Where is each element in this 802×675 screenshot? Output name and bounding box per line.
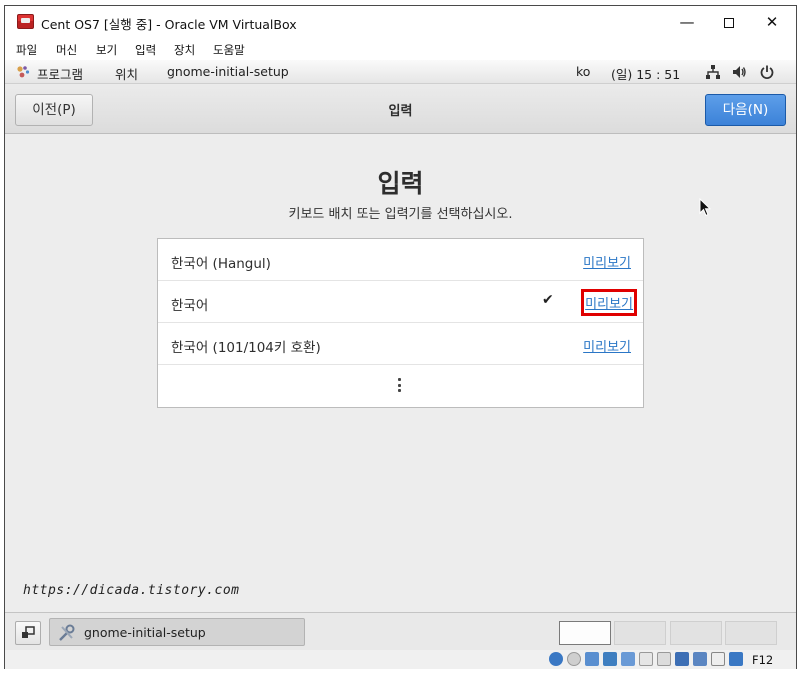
input-source-label: 한국어 (Hangul) bbox=[171, 256, 271, 272]
setup-tools-icon bbox=[59, 624, 75, 641]
guest-display[interactable]: 프로그램 위치 gnome-initial-setup ko (일) 15 : … bbox=[5, 60, 796, 650]
network-icon[interactable] bbox=[705, 64, 721, 80]
audio-icon[interactable] bbox=[585, 652, 599, 666]
workspace-2[interactable] bbox=[614, 621, 666, 645]
optical-drive-icon[interactable] bbox=[567, 652, 581, 666]
menu-devices[interactable]: 장치 bbox=[174, 42, 195, 58]
window-title: Cent OS7 [실행 중] - Oracle VM VirtualBox bbox=[41, 17, 297, 32]
preview-link-101-104[interactable]: 미리보기 bbox=[581, 335, 633, 356]
mouse-cursor-icon bbox=[699, 198, 711, 217]
keyboard-capture-icon[interactable] bbox=[729, 652, 743, 666]
virtualbox-window: Cent OS7 [실행 중] - Oracle VM VirtualBox —… bbox=[4, 5, 797, 669]
more-options-row[interactable] bbox=[158, 365, 643, 407]
input-source-row-hangul[interactable]: 한국어 (Hangul) 미리보기 bbox=[158, 239, 643, 281]
taskbar-item-initial-setup[interactable]: gnome-initial-setup bbox=[49, 618, 305, 646]
page-title: 입력 bbox=[377, 169, 424, 198]
show-desktop-button[interactable] bbox=[15, 621, 41, 645]
menu-bar: 파일 머신 보기 입력 장치 도움말 bbox=[5, 38, 796, 60]
menu-view[interactable]: 보기 bbox=[96, 42, 117, 58]
virtualbox-icon bbox=[17, 14, 34, 29]
close-icon: ✕ bbox=[765, 13, 779, 31]
maximize-icon bbox=[724, 17, 734, 28]
places-menu[interactable]: 위치 bbox=[115, 64, 138, 83]
applications-menu[interactable]: 프로그램 bbox=[37, 64, 83, 83]
gnome-top-panel: 프로그램 위치 gnome-initial-setup ko (일) 15 : … bbox=[5, 60, 796, 84]
input-source-list: 한국어 (Hangul) 미리보기 한국어 ✔ 미리보기 한국어 (101/10… bbox=[157, 238, 644, 408]
usb-icon[interactable] bbox=[621, 652, 635, 666]
next-button[interactable]: 다음(N) bbox=[705, 94, 786, 126]
gnome-bottom-panel: gnome-initial-setup bbox=[5, 612, 796, 650]
title-bar[interactable]: Cent OS7 [실행 중] - Oracle VM VirtualBox —… bbox=[5, 6, 796, 38]
host-key-label: F12 bbox=[752, 653, 774, 667]
video-capture-icon[interactable] bbox=[675, 652, 689, 666]
workspace-1[interactable] bbox=[559, 621, 611, 645]
minimize-button[interactable]: — bbox=[665, 6, 709, 38]
network-adapter-icon[interactable] bbox=[603, 652, 617, 666]
preview-link-korean[interactable]: 미리보기 bbox=[581, 289, 637, 316]
minimize-icon: — bbox=[679, 13, 695, 31]
virtualbox-status-bar: F12 bbox=[5, 650, 796, 669]
more-vertical-icon bbox=[398, 378, 402, 394]
setup-headerbar: 이전(P) 입력 다음(N) bbox=[5, 84, 796, 134]
hard-disk-icon[interactable] bbox=[549, 652, 563, 666]
preview-link-hangul[interactable]: 미리보기 bbox=[581, 251, 633, 272]
shared-folders-icon[interactable] bbox=[639, 652, 653, 666]
display-icon[interactable] bbox=[657, 652, 671, 666]
taskbar-item-label: gnome-initial-setup bbox=[84, 625, 206, 640]
menu-input[interactable]: 입력 bbox=[135, 42, 156, 58]
headerbar-title: 입력 bbox=[388, 104, 413, 119]
active-app-menu[interactable]: gnome-initial-setup bbox=[167, 64, 289, 79]
workspace-3[interactable] bbox=[670, 621, 722, 645]
input-source-label: 한국어 bbox=[171, 298, 209, 314]
checkmark-icon: ✔ bbox=[542, 292, 554, 308]
volume-icon[interactable] bbox=[731, 64, 747, 80]
page-description: 키보드 배치 또는 입력기를 선택하십시오. bbox=[288, 207, 513, 222]
clock[interactable]: (일) 15 : 51 bbox=[611, 64, 680, 83]
input-source-label: 한국어 (101/104키 호환) bbox=[171, 340, 321, 356]
power-icon[interactable] bbox=[759, 64, 775, 80]
menu-file[interactable]: 파일 bbox=[16, 42, 37, 58]
maximize-button[interactable] bbox=[707, 6, 751, 38]
show-desktop-icon bbox=[22, 626, 35, 638]
virtualization-icon[interactable] bbox=[693, 652, 707, 666]
input-source-row-korean[interactable]: 한국어 ✔ 미리보기 bbox=[158, 281, 643, 323]
close-button[interactable]: ✕ bbox=[750, 6, 794, 38]
input-method-indicator[interactable]: ko bbox=[576, 64, 590, 79]
workspace-4[interactable] bbox=[725, 621, 777, 645]
menu-help[interactable]: 도움말 bbox=[213, 42, 245, 58]
menu-machine[interactable]: 머신 bbox=[56, 42, 77, 58]
gnome-foot-icon bbox=[17, 66, 30, 78]
input-source-row-101-104[interactable]: 한국어 (101/104키 호환) 미리보기 bbox=[158, 323, 643, 365]
mouse-integration-icon[interactable] bbox=[711, 652, 725, 666]
watermark-text: https://dicada.tistory.com bbox=[23, 583, 240, 598]
